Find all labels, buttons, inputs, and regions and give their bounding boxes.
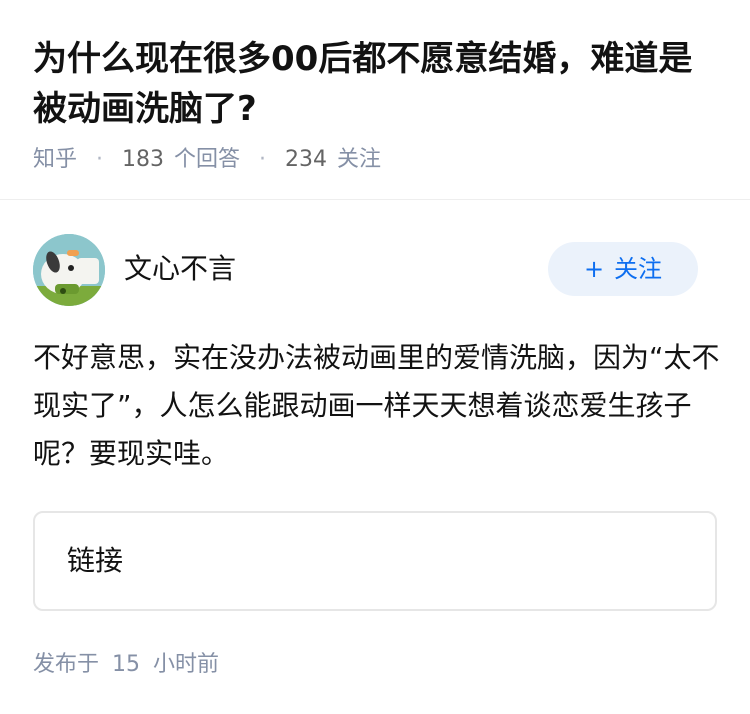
answer-count: 183 <box>122 147 165 172</box>
publish-number: 15 <box>112 652 141 677</box>
follow-button[interactable]: + 关注 <box>548 242 698 296</box>
follow-button-label: 关注 <box>614 255 663 283</box>
answer-count-link[interactable]: 183 个回答 <box>122 147 240 172</box>
author-name[interactable]: 文心不言 <box>124 250 236 288</box>
follower-count: 234 <box>285 147 328 172</box>
link-card[interactable]: 链接 <box>33 511 717 611</box>
separator-dot: · <box>259 147 267 172</box>
link-card-label: 链接 <box>67 544 124 577</box>
follower-count-link[interactable]: 234 关注 <box>285 147 381 172</box>
source-label[interactable]: 知乎 <box>33 147 77 172</box>
publish-time: 发布于 15 小时前 <box>33 648 219 682</box>
question-title[interactable]: 为什么现在很多00后都不愿意结婚，难道是被动画洗脑了? <box>33 34 723 134</box>
publish-suffix: 小时前 <box>153 652 220 677</box>
question-meta: 知乎 · 183 个回答 · 234 关注 <box>33 143 381 177</box>
answer-content[interactable]: 不好意思，实在没办法被动画里的爱情洗脑，因为“太不现实了”，人怎么能跟动画一样天… <box>33 334 723 478</box>
plus-icon: + <box>583 255 605 283</box>
question-header: 为什么现在很多00后都不愿意结婚，难道是被动画洗脑了? 知乎 · 183 个回答 … <box>0 0 750 200</box>
dog-avatar-icon <box>33 234 105 306</box>
publish-prefix: 发布于 <box>33 652 100 677</box>
follower-count-label: 关注 <box>337 147 382 172</box>
answer-count-label: 个回答 <box>174 147 241 172</box>
separator-dot: · <box>96 147 104 172</box>
author-avatar[interactable] <box>33 234 105 306</box>
